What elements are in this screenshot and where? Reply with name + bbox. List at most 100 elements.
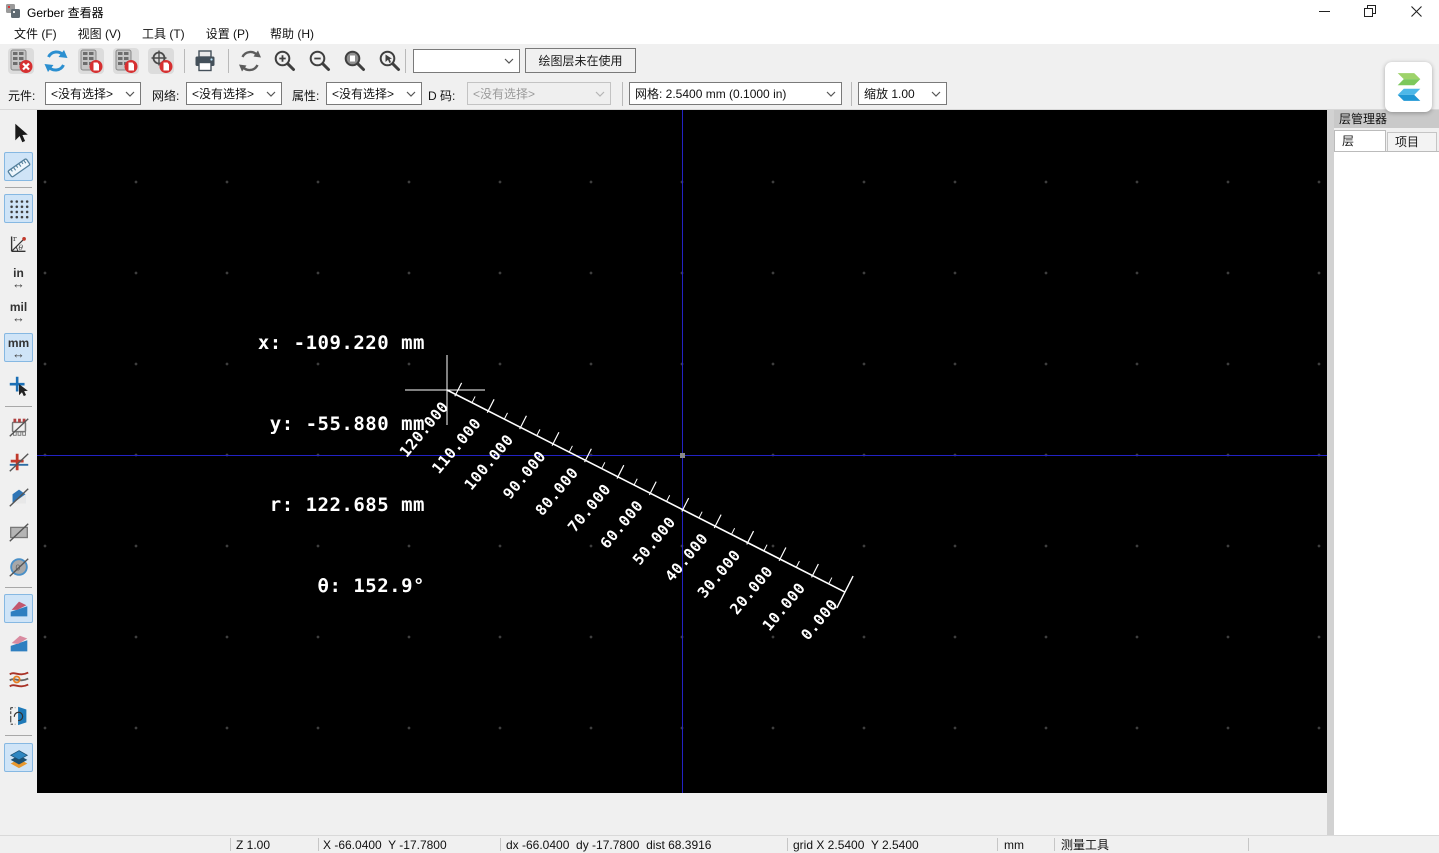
lines-sketch-icon	[8, 487, 29, 507]
zoom-selection-icon	[379, 50, 400, 71]
cursor-arrow-icon	[14, 123, 28, 142]
net-label: 网络:	[152, 89, 180, 103]
sketch-polygons-button[interactable]	[4, 517, 33, 546]
close-button[interactable]	[1393, 0, 1439, 22]
open-drill-file-icon	[151, 50, 173, 73]
status-divider	[500, 838, 501, 851]
inch-unit-icon: in ↔	[12, 265, 25, 291]
toolbar-separator	[405, 49, 406, 73]
select-tool-button[interactable]	[4, 118, 33, 147]
mm-unit-icon: mm ↔	[7, 335, 30, 361]
toolbar-separator	[622, 82, 623, 106]
redraw-button[interactable]	[237, 48, 263, 74]
units-inch-button[interactable]: in ↔	[4, 263, 33, 292]
status-position: X -66.0400 Y -17.7800	[323, 838, 447, 852]
menu-help[interactable]: 帮助 (H)	[264, 23, 320, 44]
crosshair-cursor-icon	[9, 376, 28, 396]
menu-file[interactable]: 文件 (F)	[8, 23, 63, 44]
screen-capture-overlay-button[interactable]	[1385, 62, 1432, 112]
show-dcodes-button[interactable]: 0	[4, 552, 33, 581]
status-divider	[787, 838, 788, 851]
sidebar-separator	[5, 587, 32, 588]
dcode-select-combo[interactable]	[413, 49, 520, 73]
layers-display-mode-button[interactable]	[4, 594, 33, 623]
sketch-flashed-button[interactable]	[4, 447, 33, 476]
chevron-down-icon	[266, 91, 276, 97]
svg-text:θ: θ	[18, 242, 23, 251]
grid-dots-icon	[8, 198, 29, 219]
status-divider	[997, 838, 998, 851]
open-gerber-file-button-2[interactable]	[113, 48, 139, 74]
diff-mode-button[interactable]	[4, 700, 33, 729]
menu-bar: 文件 (F) 视图 (V) 工具 (T) 设置 (P) 帮助 (H)	[0, 22, 1439, 44]
chevron-down-icon	[826, 91, 836, 97]
attribute-combo[interactable]: <没有选择>	[326, 82, 422, 105]
dcode-combo[interactable]: <没有选择>	[467, 82, 611, 105]
menu-tools[interactable]: 工具 (T)	[136, 23, 191, 44]
tab-layers[interactable]: 层	[1334, 130, 1386, 153]
sketch-lines-button[interactable]	[4, 482, 33, 511]
grid-combo[interactable]: 网格: 2.5400 mm (0.1000 in)	[629, 82, 842, 105]
status-tool: 测量工具	[1061, 838, 1110, 852]
status-divider	[230, 838, 231, 851]
app-icon	[5, 3, 21, 19]
status-grid: grid X 2.5400 Y 2.5400	[793, 838, 919, 852]
panel-splitter[interactable]	[1327, 110, 1334, 835]
open-gerber-file-button[interactable]	[78, 48, 104, 74]
zoom-in-button[interactable]	[272, 48, 298, 74]
chevron-down-icon	[931, 91, 941, 97]
status-zoom: Z 1.00	[236, 838, 271, 852]
cursor-shape-button[interactable]	[4, 371, 33, 400]
mil-unit-icon: mil ↔	[9, 299, 28, 325]
plot-layer-status: 绘图层未在使用	[525, 48, 636, 73]
status-delta: dx -66.0400 dy -17.7800 dist 68.3916	[506, 838, 712, 852]
zoom-out-icon	[309, 50, 330, 71]
net-combo[interactable]: <没有选择>	[186, 82, 282, 105]
layer-manager-title: 层管理器	[1334, 110, 1439, 128]
drawing-canvas[interactable]: x: -109.220 mm y: -55.880 mm r: 122.685 …	[37, 110, 1327, 793]
menu-preferences[interactable]: 设置 (P)	[200, 23, 255, 44]
chevron-down-icon	[125, 91, 135, 97]
main-toolbar: 绘图层未在使用	[0, 44, 1439, 78]
zoom-out-button[interactable]	[307, 48, 333, 74]
units-mil-button[interactable]: mil ↔	[4, 297, 33, 326]
layer-list-area[interactable]	[1334, 151, 1439, 835]
zoom-fit-button[interactable]	[342, 48, 368, 74]
component-combo[interactable]: <没有选择>	[45, 82, 141, 105]
minimize-button[interactable]	[1301, 0, 1347, 22]
chevron-down-icon	[504, 58, 514, 64]
reload-layers-button[interactable]	[43, 48, 69, 74]
polar-coords-button[interactable]: r θ	[4, 228, 33, 257]
measure-ruler: 120.000 110.000 100.000 90.000 80.000 70…	[396, 355, 854, 644]
open-drill-file-button[interactable]	[148, 48, 174, 74]
toolbar-separator	[851, 82, 852, 106]
net-value: <没有选择>	[192, 87, 255, 101]
layers-transparency-mode-button[interactable]	[4, 629, 33, 658]
zoom-in-icon	[274, 50, 295, 71]
zoom-combo[interactable]: 缩放 1.00	[858, 82, 947, 105]
window-title: Gerber 查看器	[27, 6, 104, 20]
flashed-items-sketch-icon	[8, 452, 29, 472]
minimize-icon	[1318, 10, 1330, 12]
dcode-value: <没有选择>	[473, 87, 536, 101]
print-button[interactable]	[192, 48, 218, 74]
print-icon	[195, 50, 215, 72]
status-units: mm	[1004, 838, 1024, 852]
redraw-icon	[239, 50, 261, 72]
measure-tool-button[interactable]	[4, 152, 33, 181]
menu-view[interactable]: 视图 (V)	[72, 23, 127, 44]
restore-button[interactable]	[1347, 0, 1393, 22]
sketch-footprints-button[interactable]	[4, 412, 33, 441]
ruler-icon	[7, 157, 30, 177]
tab-items[interactable]: 项目	[1387, 132, 1437, 153]
highlight-net-button[interactable]	[4, 664, 33, 693]
dcode-label: D 码:	[428, 89, 456, 103]
layer-manager-toggle-button[interactable]	[4, 743, 33, 772]
zoom-value: 缩放 1.00	[864, 87, 915, 101]
title-bar: Gerber 查看器	[0, 0, 1439, 22]
units-mm-button[interactable]: mm ↔	[4, 333, 33, 362]
zoom-selection-button[interactable]	[377, 48, 403, 74]
grid-toggle-button[interactable]	[4, 194, 33, 223]
reload-icon	[44, 50, 68, 72]
clear-layers-button[interactable]	[8, 48, 34, 74]
